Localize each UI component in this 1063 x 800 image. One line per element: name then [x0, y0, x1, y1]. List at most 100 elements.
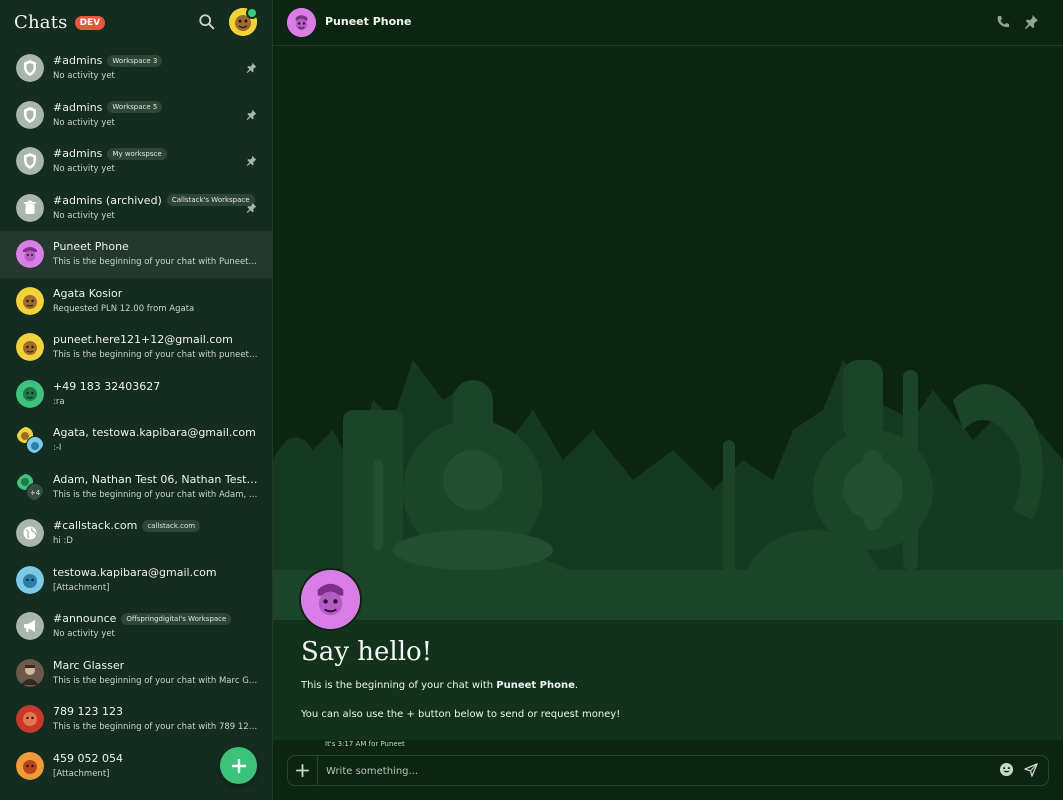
- new-chat-button[interactable]: [220, 747, 257, 784]
- welcome-text-prefix: This is the beginning of your chat with: [301, 680, 497, 691]
- chat-item-text: #admins Workspace 5 No activity yet: [53, 101, 258, 128]
- chat-preview: No activity yet: [53, 210, 115, 221]
- chat-name: 789 123 123: [53, 705, 123, 718]
- chat-item-title: #callstack.com callstack.com: [53, 519, 258, 532]
- phone-icon[interactable]: [995, 14, 1011, 30]
- pink-face-icon: [301, 570, 360, 629]
- chat-list-item[interactable]: #admins (archived) Callstack's Workspace N…: [0, 185, 272, 232]
- avatar: [16, 658, 44, 687]
- chat-item-text: #announce Offspringdigital's Workspace No …: [53, 612, 258, 639]
- contact-avatar[interactable]: [287, 8, 316, 37]
- chat-name: #announce: [53, 612, 117, 625]
- chat-list-item[interactable]: Marc Glasser This is the beginning of you…: [0, 650, 272, 697]
- chat-preview: hi :D: [53, 536, 73, 546]
- chat-list-item[interactable]: #announce Offspringdigital's Workspace No …: [0, 603, 272, 650]
- workspace-badge: callstack.com: [142, 519, 201, 532]
- plus-icon: [296, 764, 309, 777]
- workspace-badge: Workspace 5: [107, 101, 163, 113]
- online-indicator: [246, 7, 258, 19]
- chat-preview: This is the beginning of your chat with …: [53, 722, 258, 732]
- chat-preview: No activity yet: [53, 164, 115, 174]
- chat-list-item[interactable]: Puneet Phone This is the beginning of you…: [0, 231, 272, 278]
- dev-badge: DEV: [74, 15, 106, 30]
- chat-list-item[interactable]: #callstack.com callstack.com hi :D: [0, 510, 272, 557]
- add-attachment-button[interactable]: [288, 756, 318, 785]
- chat-item-title: puneet.here121+12@gmail.com: [53, 333, 258, 346]
- welcome-text: This is the beginning of your chat with …: [301, 680, 578, 691]
- chat-list-item[interactable]: testowa.kapibara@gmail.com [Attachment]: [0, 557, 272, 604]
- chat-list-item[interactable]: +4 Adam, Nathan Test 06, Nathan Test 01, …: [0, 464, 272, 511]
- chat-name: +49 183 32403627: [53, 379, 161, 393]
- chat-panel: Puneet Phone Say hello! This is the begi…: [273, 0, 1063, 800]
- chat-item-title: 789 123 123: [53, 705, 258, 718]
- chat-preview: Requested PLN 12.00 from Agata: [53, 303, 195, 314]
- chat-list-item[interactable]: puneet.here121+12@gmail.com This is the b…: [0, 324, 272, 371]
- chat-item-title: Agata, testowa.kapibara@gmail.com: [53, 426, 258, 439]
- chat-list-item[interactable]: #admins Workspace 5 No activity yet: [0, 92, 272, 139]
- pin-icon[interactable]: [1024, 14, 1039, 29]
- chat-item-title: Agata Kosior: [53, 287, 258, 300]
- contact-avatar-large: [301, 570, 360, 629]
- chat-preview: No activity yet: [53, 71, 115, 81]
- avatar: [16, 333, 44, 361]
- chat-item-text: #admins (archived) Callstack's Workspace N…: [53, 194, 258, 221]
- chat-name: testowa.kapibara@gmail.com: [53, 565, 217, 579]
- chat-list-item[interactable]: +49 183 32403627:ra: [0, 371, 272, 418]
- shield-icon: [16, 54, 44, 82]
- welcome-text-suffix: .: [574, 680, 579, 691]
- workspace-badge: Offspringdigital's Workspace: [121, 612, 232, 625]
- workspace-badge: My workspsce: [107, 147, 167, 160]
- svg-text:+4: +4: [30, 489, 41, 497]
- workspace-badge: Workspace 3: [107, 54, 163, 67]
- contact-name: Puneet Phone: [325, 15, 412, 28]
- chat-preview: No activity yet: [53, 117, 115, 128]
- chat-name: Marc Glasser: [53, 658, 125, 672]
- chat-item-text: #admins Workspace 3 No activity yet: [53, 54, 258, 81]
- chat-list-item[interactable]: Agata Kosior Requested PLN 12.00 from Aga…: [0, 278, 272, 325]
- avatar: [16, 565, 44, 594]
- search-icon[interactable]: [198, 13, 216, 31]
- message-input[interactable]: [326, 763, 966, 779]
- chat-item-text: testowa.kapibara@gmail.com [Attachment]: [53, 566, 258, 593]
- pin-icon: [246, 202, 257, 213]
- chat-list: #admins Workspace 3 No activity yet #admins…: [0, 45, 272, 789]
- chat-item-title: Adam, Nathan Test 06, Nathan Test 01, Na…: [53, 473, 258, 486]
- pin-icon: [246, 109, 257, 120]
- chat-item-text: +49 183 32403627:ra: [53, 380, 258, 407]
- chat-item-text: #callstack.com callstack.com hi :D: [53, 519, 258, 546]
- chat-preview: [Attachment]: [53, 582, 110, 593]
- avatar: [16, 286, 44, 315]
- chat-item-text: 789 123 123 This is the beginning of your…: [53, 705, 258, 732]
- chat-list-item[interactable]: #admins My workspsce No activity yet: [0, 138, 272, 185]
- welcome-contact-name: Puneet Phone: [496, 680, 575, 691]
- workspace-badge: Callstack's Workspace: [166, 194, 255, 206]
- chat-name: Puneet Phone: [53, 240, 129, 253]
- message-composer: [287, 755, 1049, 786]
- chat-list-item[interactable]: #admins Workspace 3 No activity yet: [0, 45, 272, 92]
- chat-name: 459 052 054: [53, 751, 123, 765]
- chat-preview: This is the beginning of your chat with …: [53, 350, 258, 360]
- emoji-icon[interactable]: [999, 762, 1014, 777]
- chat-list-item[interactable]: Agata, testowa.kapibara@gmail.com:-I: [0, 417, 272, 464]
- chat-item-text: Agata Kosior Requested PLN 12.00 from Aga…: [53, 287, 258, 314]
- chat-item-title: #admins Workspace 5: [53, 101, 258, 114]
- chat-item-title: #announce Offspringdigital's Workspace: [53, 612, 258, 625]
- trash-icon: [16, 193, 44, 222]
- welcome-title: Say hello!: [301, 637, 433, 667]
- avatar: [16, 751, 44, 780]
- local-time-note: It's 3:17 AM for Puneet: [325, 740, 405, 748]
- chat-item-title: testowa.kapibara@gmail.com: [53, 566, 258, 579]
- pink-face-icon: [287, 8, 316, 37]
- send-icon[interactable]: [1024, 763, 1038, 777]
- avatar: [16, 426, 44, 454]
- profile-avatar[interactable]: [229, 7, 258, 36]
- chat-item-text: Puneet Phone This is the beginning of you…: [53, 240, 258, 267]
- pin-icon: [246, 62, 257, 73]
- chat-name: puneet.here121+12@gmail.com: [53, 333, 233, 346]
- chat-item-title: Marc Glasser: [53, 659, 258, 672]
- chat-item-text: Marc Glasser This is the beginning of you…: [53, 659, 258, 686]
- chat-item-text: Adam, Nathan Test 06, Nathan Test 01, Na…: [53, 473, 258, 500]
- avatar: [16, 379, 44, 408]
- money-hint: You can also use the + button below to s…: [301, 709, 621, 720]
- chat-list-item[interactable]: 789 123 123 This is the beginning of your…: [0, 696, 272, 743]
